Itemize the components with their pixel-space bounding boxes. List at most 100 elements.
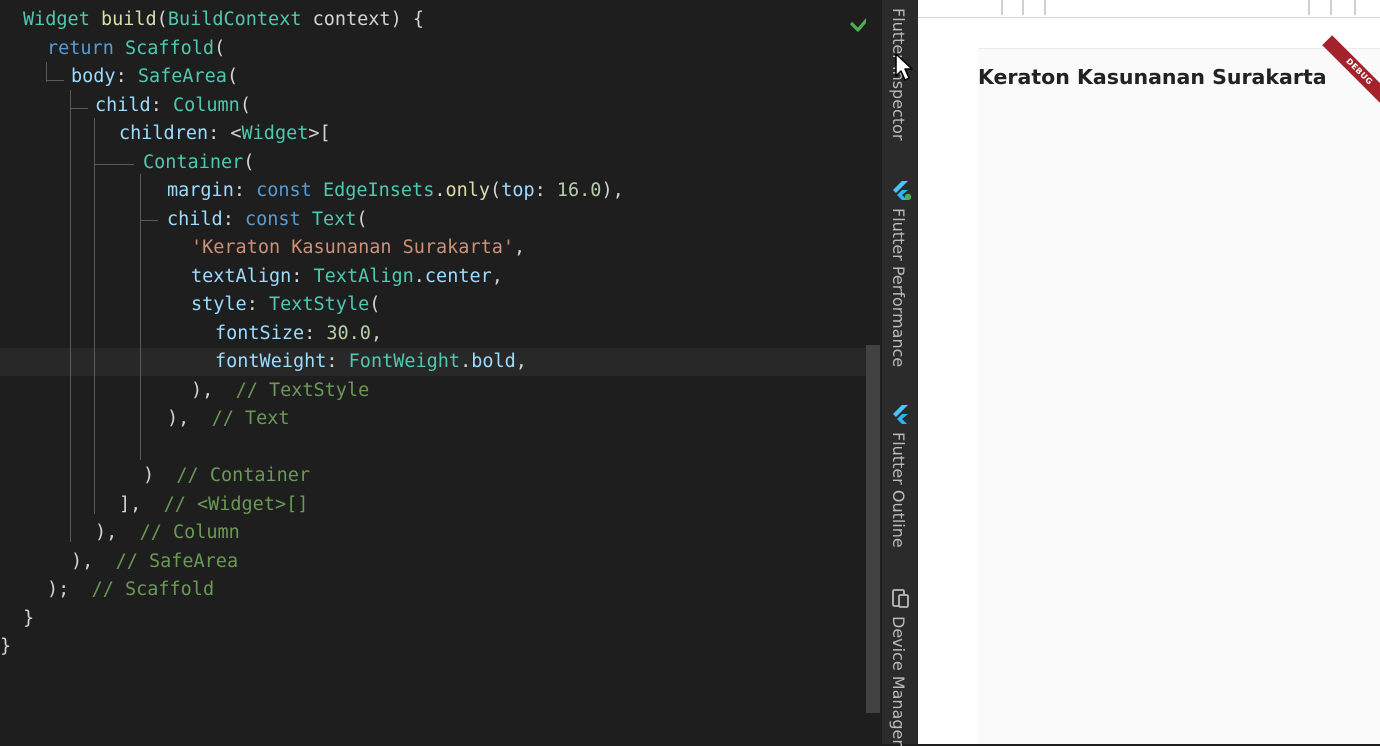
code-line[interactable]: return Scaffold( (47, 35, 225, 63)
code-token: EdgeInsets (322, 180, 435, 201)
flutter-outline-label: Flutter Outline (889, 432, 908, 548)
indent-guide (94, 118, 95, 514)
code-token: } (23, 607, 35, 629)
code-line[interactable]: Container( (143, 149, 254, 177)
code-token: } (0, 636, 12, 657)
code-line[interactable]: ) // Container (143, 462, 310, 490)
toolbar-divider (1308, 0, 1310, 15)
code-token: build (100, 9, 157, 30)
indent-guide (140, 220, 158, 221)
code-token: textAlign (191, 265, 292, 287)
code-line[interactable]: margin: const EdgeInsets.only(top: 16.0)… (167, 177, 624, 205)
code-line[interactable]: 'Keraton Kasunanan Surakarta', (191, 234, 525, 262)
code-token: context) { (301, 9, 424, 30)
code-line[interactable]: ), // TextStyle (191, 377, 369, 405)
code-line[interactable]: } (23, 605, 34, 633)
code-token: TextAlign (313, 265, 414, 287)
code-token: : (246, 294, 269, 315)
code-token: body (71, 66, 116, 87)
toolbar-divider (1022, 0, 1024, 15)
code-token: fontSize (215, 322, 305, 344)
code-token: FontWeight (348, 351, 461, 372)
code-line[interactable]: ), // Text (167, 405, 290, 433)
code-token: : (115, 66, 138, 87)
code-token: Text (311, 208, 357, 230)
code-token: , (491, 265, 503, 287)
code-line[interactable]: } (0, 633, 11, 661)
device-manager-label: Device Manager (889, 616, 908, 746)
code-token: ), (191, 379, 214, 401)
toolbar-divider (1044, 0, 1046, 15)
code-token: >[ (308, 123, 331, 144)
code-token: ), (601, 180, 624, 201)
code-token: ], (119, 493, 142, 515)
page-title: Keraton Kasunanan Surakarta (978, 65, 1327, 89)
tab-flutter-outline[interactable]: Flutter Outline (882, 396, 918, 576)
code-token: Column (172, 94, 240, 116)
indent-guide (46, 80, 64, 81)
tab-flutter-performance[interactable]: Flutter Performance (882, 172, 918, 394)
code-token: only (445, 180, 491, 201)
code-line[interactable]: ], // <Widget>[] (119, 491, 308, 519)
code-token: margin (167, 180, 234, 201)
code-line[interactable]: Widget build(BuildContext context) { (23, 6, 424, 34)
tool-window-sidebar: Flutter Inspector Flutter Performance Fl… (882, 0, 918, 746)
code-token: ( (156, 9, 168, 30)
indent-guide (46, 62, 47, 82)
code-token: Scaffold (124, 37, 215, 59)
code-token: ( (369, 294, 381, 315)
editor-scrollbar[interactable] (866, 345, 880, 713)
code-token: const (244, 208, 301, 230)
flutter-outline-icon (893, 405, 908, 424)
code-token: // <Widget>[] (163, 493, 309, 515)
code-token: fontWeight (215, 351, 327, 372)
code-token: child (95, 94, 151, 116)
device-screen: Keraton Kasunanan Surakarta DEBUG (978, 35, 1380, 744)
code-token: child (167, 208, 223, 230)
toolbar-divider (1001, 0, 1003, 15)
code-line[interactable]: ), // SafeArea (71, 548, 238, 576)
code-token: ) (143, 465, 155, 486)
code-editor[interactable]: Widget build(BuildContext context) {retu… (0, 0, 882, 744)
code-line[interactable]: ), // Column (95, 519, 240, 547)
code-line[interactable]: style: TextStyle( (191, 291, 380, 319)
preview-toolbar (918, 0, 1380, 18)
code-token: ( (356, 208, 368, 230)
app-preview: Keraton Kasunanan Surakarta DEBUG (918, 0, 1380, 744)
code-line[interactable]: child: Column( (95, 92, 251, 120)
code-token: : (304, 322, 327, 344)
code-line[interactable]: body: SafeArea( (71, 63, 238, 91)
code-line[interactable]: fontSize: 30.0, (215, 320, 382, 348)
code-token: 16.0 (556, 180, 602, 201)
toolbar-divider (1330, 0, 1332, 15)
code-token: ), (167, 408, 190, 429)
code-line[interactable]: child: const Text( (167, 206, 368, 234)
code-line[interactable]: fontWeight: FontWeight.bold, (215, 348, 527, 376)
code-token: // Container (176, 465, 311, 486)
code-token: 'Keraton Kasunanan Surakarta' (191, 237, 515, 258)
code-token: // Text (211, 408, 290, 429)
code-token: : < (208, 123, 242, 144)
code-token: , (514, 237, 526, 258)
code-token: ), (71, 550, 94, 572)
code-line[interactable]: children: <Widget>[ (119, 120, 331, 148)
code-line[interactable]: ); // Scaffold (47, 576, 214, 604)
tab-device-manager[interactable]: Device Manager (882, 580, 918, 746)
code-line[interactable]: textAlign: TextAlign.center, (191, 263, 503, 291)
code-token: BuildContext (167, 9, 302, 30)
code-token: , (370, 322, 383, 344)
code-token: : (534, 180, 557, 201)
code-token: ( (214, 37, 226, 59)
tab-flutter-inspector[interactable]: Flutter Inspector (882, 0, 918, 170)
indent-guide (140, 174, 141, 460)
